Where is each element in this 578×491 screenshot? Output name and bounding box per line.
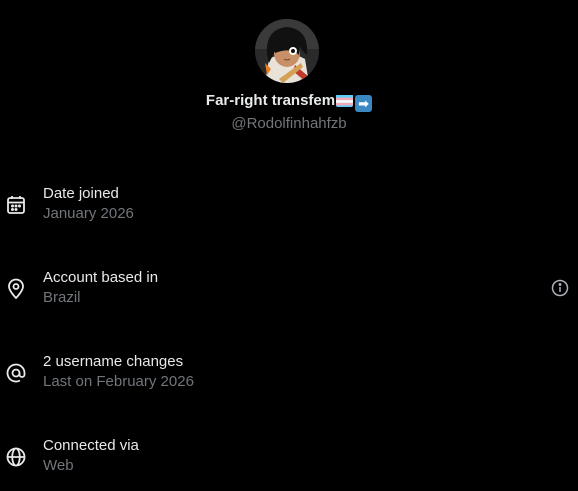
location-pin-icon — [5, 278, 27, 300]
display-name: Far-right transfem ➡ — [0, 91, 578, 112]
right-arrow-icon: ➡ — [355, 95, 373, 112]
info-icon[interactable] — [550, 278, 570, 298]
date-joined-row: Date joined January 2026 — [0, 184, 578, 228]
row-title: Account based in — [43, 269, 159, 286]
username-changes-row: 2 username changes Last on February 2026 — [0, 352, 578, 396]
row-subtitle: Last on February 2026 — [43, 373, 194, 390]
transgender-flag-icon — [336, 94, 354, 107]
row-subtitle: Web — [43, 457, 74, 474]
row-title: Date joined — [43, 185, 119, 202]
account-based-in-row: Account based in Brazil — [0, 268, 578, 312]
row-title: 2 username changes — [43, 353, 184, 370]
display-name-text: Far-right transfem — [205, 92, 336, 109]
row-title: Connected via — [43, 437, 139, 454]
globe-icon — [5, 446, 27, 468]
at-sign-icon — [5, 362, 27, 384]
row-subtitle: Brazil — [43, 289, 81, 306]
avatar[interactable] — [255, 19, 319, 83]
row-subtitle: January 2026 — [43, 205, 134, 222]
username-handle: @Rodolfinhahfzb — [231, 115, 347, 132]
connected-via-row: Connected via Web — [0, 436, 578, 480]
calendar-icon — [5, 194, 27, 216]
